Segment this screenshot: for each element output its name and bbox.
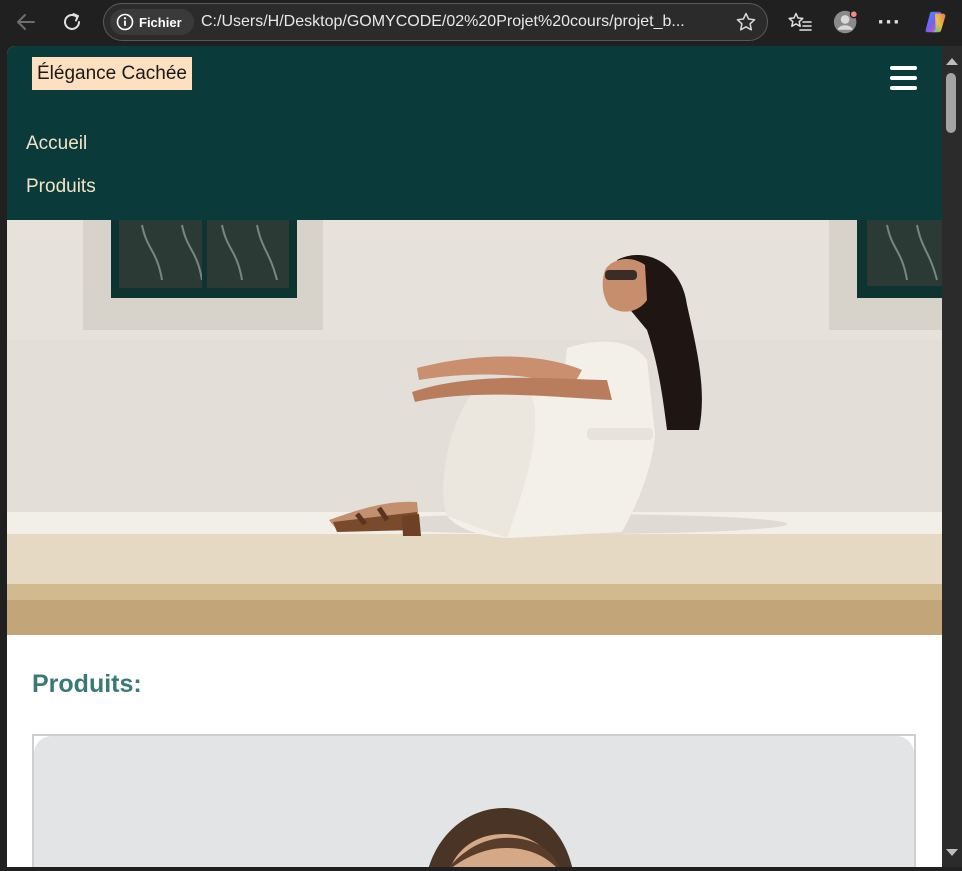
- hero-image: [7, 220, 942, 635]
- reload-icon: [64, 13, 80, 30]
- copilot-button[interactable]: [923, 9, 949, 35]
- address-bar[interactable]: Fichier C:/Users/H/Desktop/GOMYCODE/02%2…: [103, 3, 768, 41]
- scroll-up-arrow-icon[interactable]: [946, 58, 958, 65]
- info-icon: [116, 13, 134, 31]
- favorites-button[interactable]: [787, 9, 813, 35]
- page-viewport: Élégance Cachée Accueil Produits Produit…: [7, 46, 942, 867]
- products-section-title: Produits:: [32, 670, 142, 698]
- favorite-button[interactable]: [735, 11, 757, 37]
- product-image: [34, 736, 914, 867]
- favorites-list-icon: [788, 12, 812, 31]
- site-header: Élégance Cachée Accueil Produits: [7, 46, 942, 220]
- profile-avatar-icon: [833, 10, 858, 34]
- profile-button[interactable]: [833, 9, 859, 35]
- back-button[interactable]: [14, 10, 38, 34]
- browser-toolbar: Fichier C:/Users/H/Desktop/GOMYCODE/02%2…: [0, 0, 962, 46]
- hamburger-menu-button[interactable]: [890, 66, 918, 90]
- nav-link-accueil[interactable]: Accueil: [26, 133, 87, 155]
- security-chip-label: Fichier: [139, 14, 182, 30]
- favorite-star-icon: [736, 12, 756, 31]
- back-arrow-icon: [17, 14, 35, 30]
- more-menu-button[interactable]: ···: [876, 9, 902, 35]
- hero-illustration: [7, 220, 942, 635]
- product-photo: [34, 736, 914, 867]
- scroll-down-arrow-icon[interactable]: [946, 849, 958, 856]
- url-text[interactable]: C:/Users/H/Desktop/GOMYCODE/02%20Projet%…: [201, 13, 723, 31]
- scrollbar-thumb[interactable]: [946, 73, 956, 133]
- more-menu-icon: ···: [877, 11, 901, 33]
- reload-button[interactable]: [60, 10, 84, 34]
- copilot-icon: [925, 11, 946, 33]
- site-info-chip[interactable]: Fichier: [110, 9, 194, 35]
- page-scrollbar[interactable]: [942, 46, 962, 867]
- nav-link-produits[interactable]: Produits: [26, 176, 96, 198]
- site-logo[interactable]: Élégance Cachée: [32, 57, 192, 90]
- product-card[interactable]: [32, 734, 916, 867]
